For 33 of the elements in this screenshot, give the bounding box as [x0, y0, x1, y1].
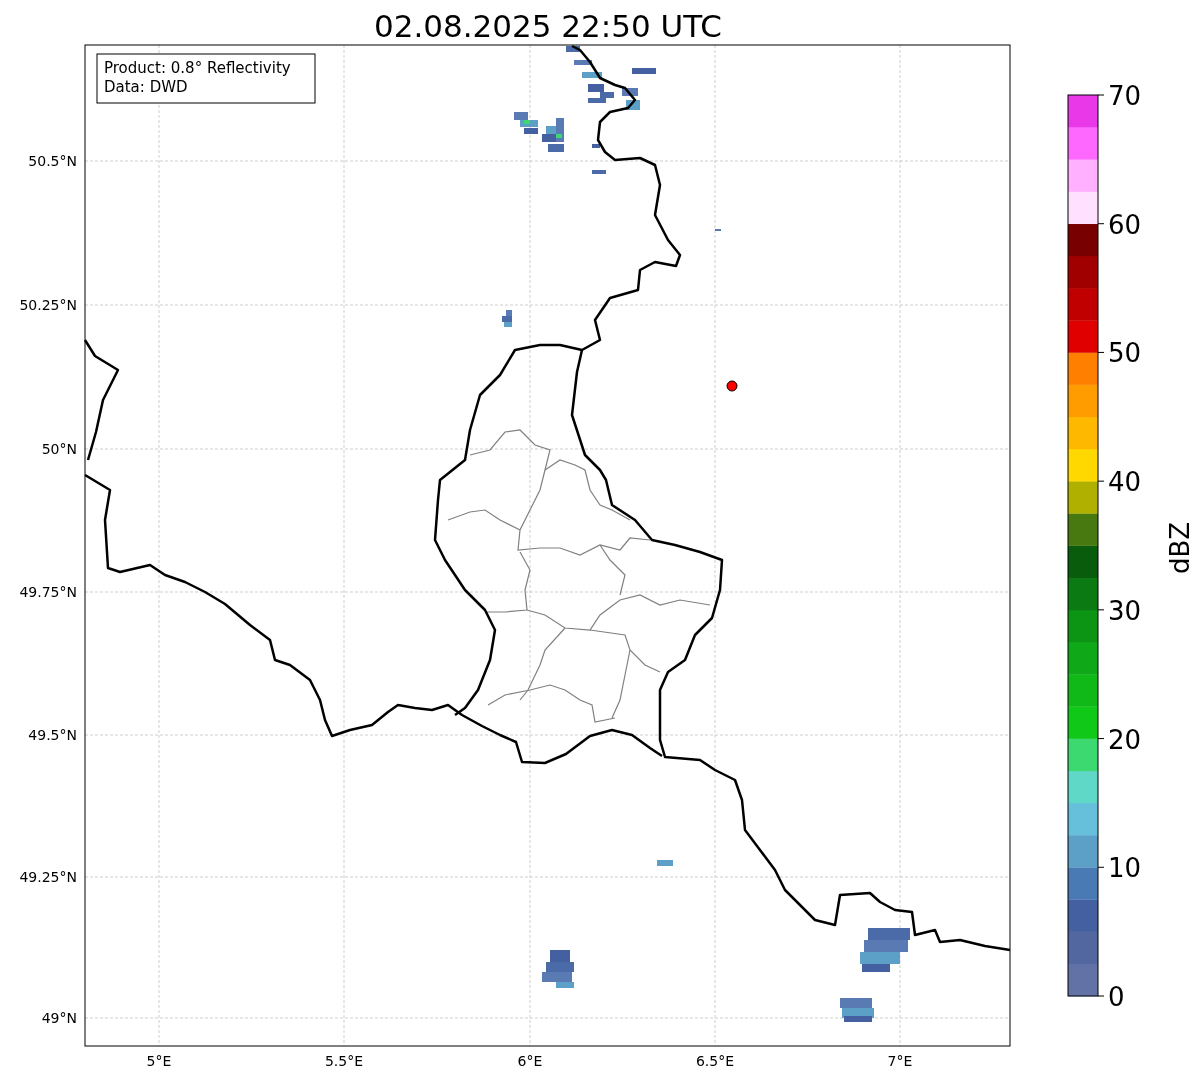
longitude-label: 5.5°E: [324, 1053, 364, 1069]
colorbar-tick-label: 20: [1108, 724, 1142, 755]
radar-echo: [542, 950, 574, 988]
chart-title: 02.08.2025 22:50 UTC: [374, 8, 722, 44]
latitude-label: 49.5°N: [28, 727, 77, 743]
latitude-label: 50°N: [41, 441, 77, 457]
colorbar-tick-label: 70: [1108, 81, 1142, 111]
radar-echo: [840, 998, 874, 1022]
longitude-label: 6°E: [517, 1053, 543, 1069]
colorbar-tick-label: 40: [1108, 467, 1142, 498]
info-text: Product: 0.8° Reflectivity: [104, 59, 291, 77]
radar-echo: [657, 860, 673, 866]
longitude-label: 5°E: [146, 1053, 172, 1069]
longitude-label: 6.5°E: [695, 1053, 735, 1069]
radar-echo: [542, 118, 564, 152]
colorbar-tick-label: 50: [1108, 338, 1142, 369]
radar-echo: [514, 112, 538, 134]
latitude-label: 49.75°N: [19, 584, 77, 600]
radar-echo: [860, 928, 910, 972]
radar-echo: [502, 310, 512, 327]
radar-echo: [592, 144, 606, 174]
latitude-label: 49°N: [41, 1010, 77, 1026]
latitude-label: 50.25°N: [19, 297, 77, 313]
colorbar-tick-label: 10: [1108, 853, 1142, 884]
latitude-label: 50.5°N: [28, 153, 77, 169]
colorbar-tick-label: 0: [1108, 982, 1125, 1012]
colorbar-tick-label: 60: [1108, 209, 1142, 240]
longitude-label: 7°E: [887, 1053, 913, 1069]
colorbar-tick-label: 30: [1108, 595, 1142, 626]
radar-station-marker: [726, 380, 738, 392]
info-text: Data: DWD: [104, 78, 188, 96]
colorbar-label: dBZ: [1165, 521, 1195, 575]
latitude-label: 49.25°N: [19, 869, 77, 885]
